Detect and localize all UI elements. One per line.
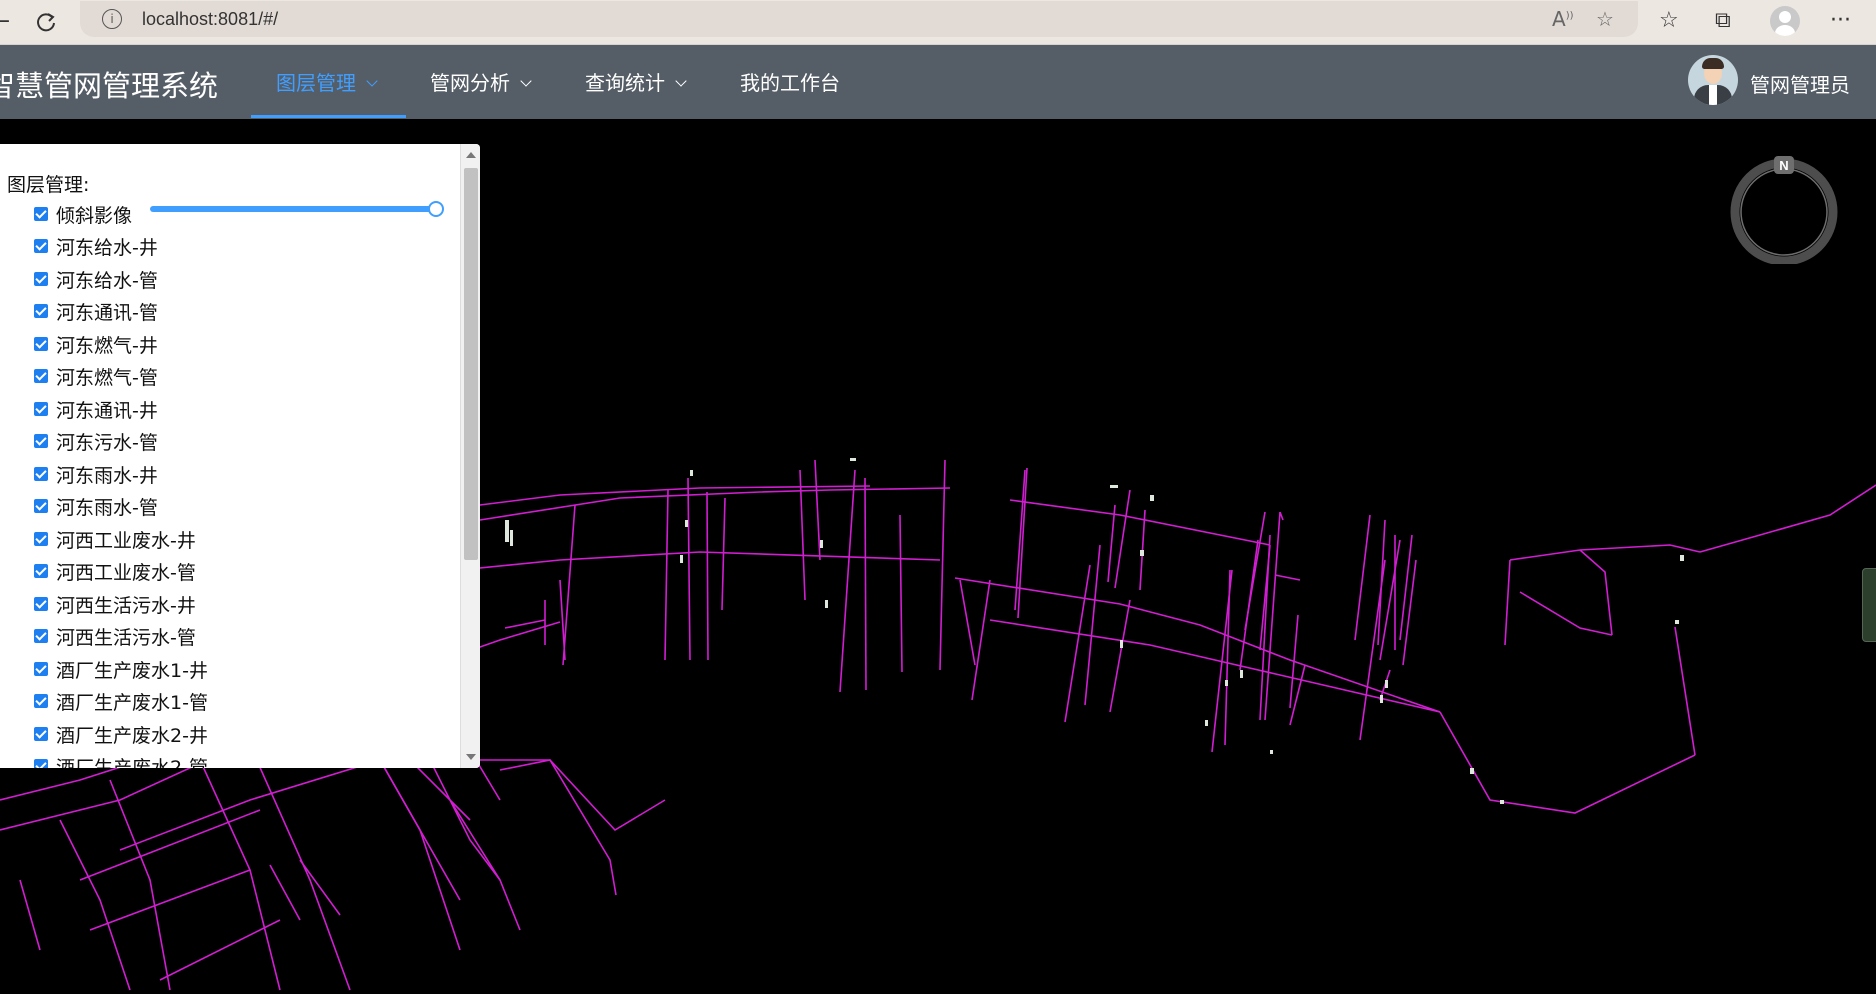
app-header: 智慧管网管理系统 图层管理 管网分析 查询统计 我的工作台 管网管理员 <box>0 45 1876 119</box>
layer-checkbox[interactable] <box>34 337 48 351</box>
avatar[interactable] <box>1688 55 1738 105</box>
side-toolbar-handle[interactable] <box>1862 568 1876 642</box>
layer-checkbox[interactable] <box>34 662 48 676</box>
menu-label: 图层管理 <box>276 71 356 95</box>
layer-checkbox[interactable] <box>34 304 48 318</box>
scroll-down-icon[interactable] <box>466 754 476 760</box>
menu-my-workbench[interactable]: 我的工作台 <box>740 67 840 96</box>
panel-scrollbar[interactable] <box>460 144 480 768</box>
layer-checkbox[interactable] <box>34 629 48 643</box>
profile-icon[interactable] <box>1770 6 1800 36</box>
layer-label: 河西生活污水-管 <box>56 627 196 649</box>
refresh-icon[interactable] <box>31 7 61 37</box>
layer-label: 河西工业废水-管 <box>56 562 196 584</box>
layer-label: 河东通讯-井 <box>56 400 158 422</box>
url-text[interactable]: localhost:8081/#/ <box>142 9 278 30</box>
layer-label: 酒厂生产废水1-井 <box>56 660 208 682</box>
user-name[interactable]: 管网管理员 <box>1750 69 1850 98</box>
layer-label: 河东燃气-井 <box>56 335 158 357</box>
compass-north-label: N <box>1779 158 1788 173</box>
layer-label: 酒厂生产废水1-管 <box>56 692 208 714</box>
chevron-down-icon <box>520 75 532 87</box>
opacity-slider[interactable] <box>150 201 444 217</box>
layer-checkbox[interactable] <box>34 727 48 741</box>
favorites-icon[interactable]: ☆ <box>1659 8 1679 33</box>
layer-label: 河东通讯-管 <box>56 302 158 324</box>
layer-checkbox[interactable] <box>34 694 48 708</box>
layer-checkbox[interactable] <box>34 499 48 513</box>
layer-panel: 图层管理: 倾斜影像 河东给水-井 河东给水-管 河东通讯-管 河东燃气-井 河… <box>0 144 480 768</box>
layer-checkbox[interactable] <box>34 207 48 221</box>
app-title: 智慧管网管理系统 <box>0 69 219 103</box>
layer-checkbox[interactable] <box>34 402 48 416</box>
layer-label: 酒厂生产废水2-管 <box>56 757 208 768</box>
active-menu-indicator <box>251 115 406 118</box>
menu-label: 我的工作台 <box>740 71 840 95</box>
read-aloud-icon[interactable]: A)) <box>1552 7 1574 31</box>
layer-panel-title: 图层管理: <box>7 174 90 196</box>
layer-checkbox[interactable] <box>34 759 48 768</box>
layer-checkbox[interactable] <box>34 434 48 448</box>
back-arrow-icon[interactable]: ← <box>0 7 16 37</box>
address-bar[interactable]: i localhost:8081/#/ A)) ☆ <box>80 1 1638 37</box>
menu-query-statistics[interactable]: 查询统计 <box>585 67 687 96</box>
browser-toolbar: ← i localhost:8081/#/ A)) ☆ ☆ ⧉ ··· <box>0 0 1876 45</box>
slider-thumb[interactable] <box>428 201 444 217</box>
layer-label: 河东污水-管 <box>56 432 158 454</box>
menu-network-analysis[interactable]: 管网分析 <box>430 67 532 96</box>
more-icon[interactable]: ··· <box>1830 8 1851 33</box>
layer-checkbox[interactable] <box>34 239 48 253</box>
layer-checkbox[interactable] <box>34 597 48 611</box>
layer-label: 河东雨水-井 <box>56 465 158 487</box>
compass-icon[interactable]: N <box>1730 156 1838 264</box>
layer-label: 河东给水-井 <box>56 237 158 259</box>
layer-checkbox[interactable] <box>34 467 48 481</box>
layer-label: 河西生活污水-井 <box>56 595 196 617</box>
chevron-down-icon <box>675 75 687 87</box>
chevron-down-icon <box>366 75 378 87</box>
site-info-icon[interactable]: i <box>102 9 122 29</box>
layer-label: 酒厂生产废水2-井 <box>56 725 208 747</box>
layer-checkbox[interactable] <box>34 532 48 546</box>
layer-label: 河东给水-管 <box>56 270 158 292</box>
layer-checkbox[interactable] <box>34 369 48 383</box>
manhole-markers <box>505 458 1684 804</box>
collections-icon[interactable]: ⧉ <box>1715 8 1731 33</box>
menu-layer-management[interactable]: 图层管理 <box>276 67 378 96</box>
layer-label: 倾斜影像 <box>56 205 133 227</box>
menu-label: 管网分析 <box>430 71 510 95</box>
layer-label: 河西工业废水-井 <box>56 530 196 552</box>
layer-checkbox[interactable] <box>34 564 48 578</box>
menu-label: 查询统计 <box>585 71 665 95</box>
layer-label: 河东雨水-管 <box>56 497 158 519</box>
layer-label: 河东燃气-管 <box>56 367 158 389</box>
star-plus-icon[interactable]: ☆ <box>1596 7 1614 31</box>
scroll-thumb[interactable] <box>464 168 478 560</box>
layer-checkbox[interactable] <box>34 272 48 286</box>
scroll-up-icon[interactable] <box>466 152 476 158</box>
